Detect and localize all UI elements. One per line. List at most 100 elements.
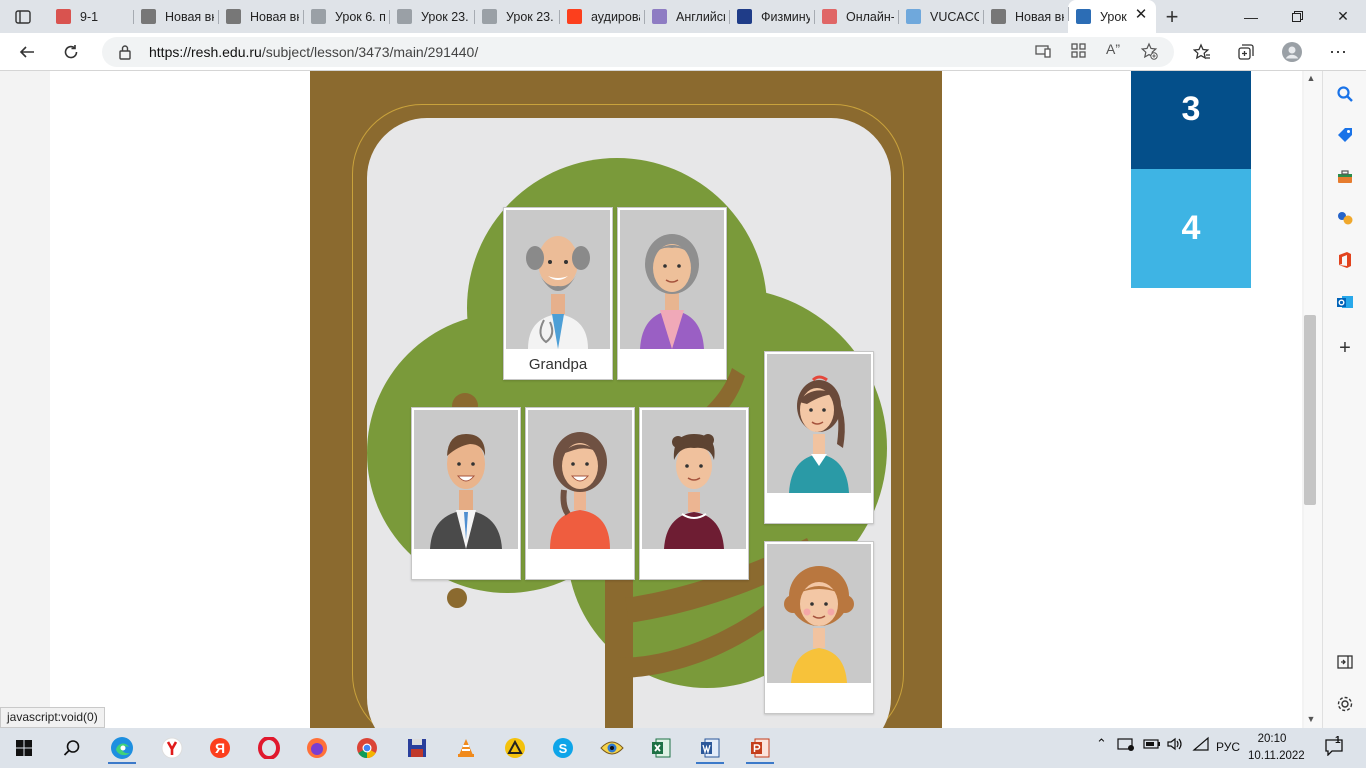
address-bar[interactable]: https://resh.edu.ru/subject/lesson/3473/…: [102, 37, 1174, 67]
tools-toolbox-icon[interactable]: [1334, 166, 1356, 188]
url-text: https://resh.edu.ru/subject/lesson/3473/…: [149, 44, 479, 60]
taskbar-clock[interactable]: 20:10 10.11.2022: [1248, 731, 1305, 765]
collections-button[interactable]: [1231, 37, 1261, 67]
read-aloud-icon[interactable]: A”: [1106, 41, 1120, 57]
browser-tab[interactable]: Английск: [644, 3, 729, 30]
taskbar-yandex[interactable]: Я: [200, 732, 240, 764]
step-number: 3: [1181, 90, 1201, 128]
tab-title: аудирова: [591, 9, 640, 24]
card-boy[interactable]: [639, 407, 749, 580]
scroll-up-icon[interactable]: ▲: [1306, 73, 1316, 83]
taskbar-word[interactable]: [690, 732, 730, 764]
restore-icon: [1291, 11, 1303, 22]
grandma-portrait: [620, 210, 724, 349]
new-tab-button[interactable]: +: [1158, 3, 1186, 30]
card-caption: [640, 553, 748, 577]
card-caption: [526, 553, 634, 577]
page-icon: [991, 9, 1006, 24]
yandex-icon: [567, 9, 582, 24]
taskbar-powerpoint[interactable]: [740, 732, 780, 764]
browser-tab[interactable]: Новая вкладка: [133, 3, 218, 30]
browser-tab[interactable]: Урок 23.: [474, 3, 559, 30]
taskbar-skype[interactable]: S: [543, 732, 583, 764]
card-grandma[interactable]: [617, 207, 727, 380]
scrollbar-thumb[interactable]: [1304, 315, 1316, 505]
tray-volume-icon[interactable]: [1166, 736, 1184, 755]
tray-overflow-chevron-icon[interactable]: ⌃: [1096, 736, 1107, 752]
resh-icon: [311, 9, 326, 24]
lock-icon: [119, 45, 131, 60]
browser-tab[interactable]: Онлайн-: [814, 3, 898, 30]
browser-tab[interactable]: аудирова: [559, 3, 644, 30]
minimize-button[interactable]: —: [1228, 0, 1274, 33]
restore-button[interactable]: [1274, 0, 1320, 33]
close-tab-icon[interactable]: ✕: [1132, 5, 1150, 23]
office-icon[interactable]: [1334, 249, 1356, 271]
tray-wifi-icon[interactable]: [1192, 736, 1210, 755]
settings-more-button[interactable]: ⋯: [1323, 37, 1353, 67]
taskbar-search-button[interactable]: [52, 732, 92, 764]
browser-tab[interactable]: Урок 6. п: [303, 3, 389, 30]
browser-tab[interactable]: Новая вкладка: [218, 3, 303, 30]
boy-portrait: [642, 410, 746, 549]
mother-portrait: [528, 410, 632, 549]
search-icon[interactable]: [1334, 83, 1356, 105]
notification-center-icon[interactable]: [1324, 738, 1344, 759]
tray-language[interactable]: РУС: [1216, 740, 1240, 754]
taskbar-eye-viewer[interactable]: [592, 732, 632, 764]
refresh-button[interactable]: [56, 37, 86, 67]
add-sidebar-item-icon[interactable]: +: [1334, 337, 1356, 359]
card-father[interactable]: [411, 407, 521, 580]
taskbar-yandex-browser[interactable]: [152, 732, 192, 764]
hide-sidebar-icon[interactable]: [1334, 651, 1356, 673]
taskbar-excel[interactable]: [641, 732, 681, 764]
windows-logo-icon: [16, 740, 32, 756]
card-mother[interactable]: [525, 407, 635, 580]
skype-icon: S: [553, 738, 573, 758]
browser-tab[interactable]: Новая вкладка: [983, 3, 1068, 30]
browser-tab[interactable]: Урок ✕: [1068, 0, 1156, 33]
browser-tab[interactable]: 9-1: [48, 3, 133, 30]
favorites-button[interactable]: [1187, 37, 1217, 67]
browser-tab[interactable]: VUCACO: [898, 3, 983, 30]
tab-title: Урок 6. п: [335, 9, 385, 24]
taskbar-vlc[interactable]: [446, 732, 486, 764]
link-status-tooltip: javascript:void(0): [0, 707, 105, 728]
taskbar-opera[interactable]: [249, 732, 289, 764]
add-favorite-icon[interactable]: [1140, 42, 1158, 65]
games-icon[interactable]: [1334, 207, 1356, 229]
tray-network-warning-icon[interactable]: [1117, 736, 1135, 755]
browser-tab[interactable]: Физминутк: [729, 3, 814, 30]
tray-battery-icon[interactable]: [1143, 736, 1161, 755]
step-number: 4: [1181, 209, 1201, 247]
tab-title: 9-1: [80, 9, 99, 24]
grandpa-portrait: [506, 210, 610, 349]
card-little-girl[interactable]: [764, 541, 874, 714]
tab-actions-button[interactable]: [8, 5, 38, 29]
browser-tab[interactable]: Урок 23.: [389, 3, 474, 30]
lesson-step-3-button[interactable]: 3: [1131, 71, 1251, 169]
back-button[interactable]: [12, 37, 42, 67]
taskbar-archiver[interactable]: [495, 732, 535, 764]
card-teen-girl[interactable]: [764, 351, 874, 524]
taskbar-edge[interactable]: [102, 732, 142, 764]
clock-time: 20:10: [1257, 733, 1287, 745]
excel-icon: [652, 738, 671, 758]
sidebar-settings-gear-icon[interactable]: [1334, 693, 1356, 715]
taskbar-save-disk[interactable]: [397, 732, 437, 764]
shopping-tag-icon[interactable]: [1334, 124, 1356, 146]
read-aloud-device-icon[interactable]: [1034, 42, 1052, 65]
taskbar-firefox[interactable]: [297, 732, 337, 764]
start-button[interactable]: [4, 732, 44, 764]
tab-title: Урок 23.: [421, 9, 469, 24]
father-portrait: [414, 410, 518, 549]
apps-grid-icon[interactable]: [1070, 42, 1088, 65]
window-close-button[interactable]: ✕: [1320, 0, 1366, 33]
profile-button[interactable]: [1277, 37, 1307, 67]
card-grandpa[interactable]: Grandpa: [503, 207, 613, 380]
scroll-down-icon[interactable]: ▼: [1306, 714, 1316, 724]
taskbar-chrome[interactable]: [347, 732, 387, 764]
outlook-icon[interactable]: [1334, 291, 1356, 313]
lesson-step-4-button[interactable]: 4: [1131, 169, 1251, 288]
puzzle-icon: [822, 9, 837, 24]
